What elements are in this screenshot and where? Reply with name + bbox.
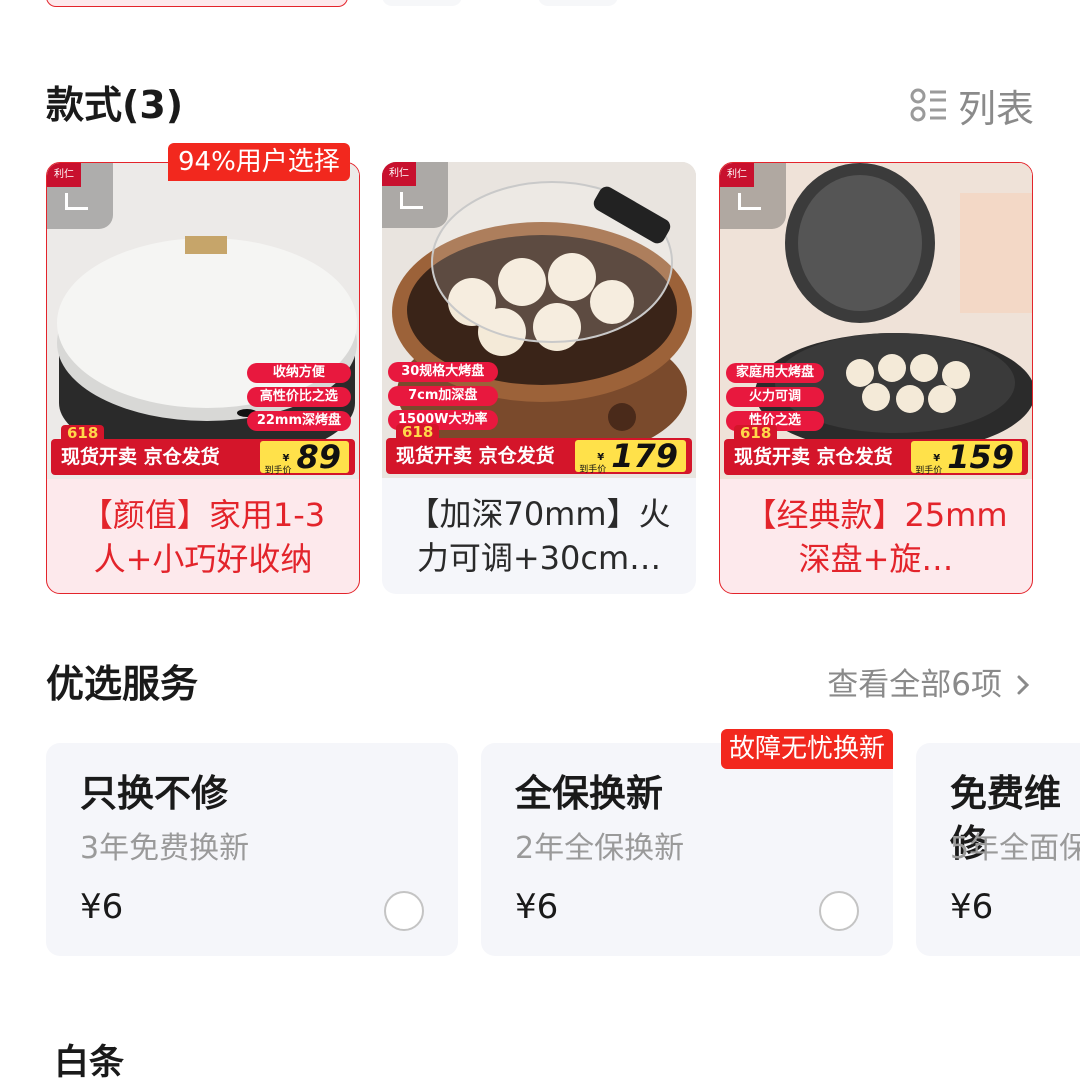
- promo-text: 现货开卖 京仓发货: [734, 446, 893, 468]
- view-all-label: 查看全部6项: [827, 667, 1002, 703]
- service-price: ¥6: [80, 887, 124, 927]
- promo-banner: 618 现货开卖 京仓发货 到手价 ¥ 89: [51, 425, 355, 476]
- price-value: 159: [947, 438, 1014, 476]
- feature-tags: 家庭用大烤盘 火力可调 性价之选: [726, 363, 825, 431]
- brand-corner: 利仁: [382, 162, 448, 228]
- previous-chip[interactable]: [382, 0, 462, 6]
- currency-symbol: ¥: [933, 453, 941, 464]
- feature-tag: 收纳方便: [246, 363, 351, 383]
- feature-tags: 30规格大烤盘 7cm加深盘 1500W大功率: [388, 362, 498, 430]
- currency-symbol: ¥: [282, 453, 290, 464]
- brand-logo: 利仁: [720, 163, 754, 187]
- promo-618-label: 618: [61, 425, 105, 441]
- previous-row-remnant: [0, 0, 1080, 8]
- feature-tag: 高性价比之选: [246, 387, 351, 407]
- service-name: 只换不修: [80, 772, 228, 815]
- previous-chip-selected[interactable]: [46, 0, 348, 7]
- expand-icon[interactable]: [400, 192, 423, 209]
- service-card-2[interactable]: 故障无忧换新 全保换新 2年全保换新 ¥6: [481, 729, 893, 956]
- service-name: 全保换新: [515, 772, 663, 815]
- brand-corner: 利仁: [47, 163, 113, 229]
- previous-chip[interactable]: [538, 0, 618, 6]
- style-card-3[interactable]: 利仁 家庭用大烤盘 火力可调 性价之选 618 现货开卖 京仓发货 到手价 ¥ …: [719, 162, 1033, 594]
- expand-icon[interactable]: [738, 193, 761, 210]
- service-desc: 2年全保换新: [515, 831, 685, 866]
- style-section-title: 款式(3): [46, 83, 184, 127]
- service-badge: 故障无忧换新: [720, 729, 893, 769]
- brand-logo: 利仁: [47, 163, 81, 187]
- chevron-right-icon: [1017, 675, 1030, 695]
- feature-tag: 火力可调: [726, 387, 825, 407]
- baitiao-section-title: 白条: [54, 1043, 125, 1083]
- list-view-toggle[interactable]: 列表: [910, 80, 1034, 131]
- price-value: 179: [611, 437, 678, 475]
- service-price: ¥6: [950, 887, 994, 927]
- radio-unchecked-icon[interactable]: [384, 891, 424, 931]
- promo-banner: 618 现货开卖 京仓发货 到手价 ¥ 179: [386, 424, 692, 475]
- product-image-1[interactable]: 利仁 收纳方便 高性价比之选 22mm深烤盘 618 现货开卖 京仓发货 到手价…: [47, 163, 359, 479]
- brand-corner: 利仁: [720, 163, 786, 229]
- promo-text: 现货开卖 京仓发货: [61, 446, 220, 468]
- promo-618-label: 618: [396, 424, 440, 440]
- feature-tags: 收纳方便 高性价比之选 22mm深烤盘: [246, 363, 351, 431]
- style-card-2[interactable]: 利仁 30规格大烤盘 7cm加深盘 1500W大功率 618 现货开卖 京仓发货…: [382, 162, 696, 594]
- popularity-badge: 94%用户选择: [168, 143, 350, 181]
- expand-icon[interactable]: [65, 193, 88, 210]
- brand-logo: 利仁: [382, 162, 416, 186]
- feature-tag: 家庭用大烤盘: [726, 363, 825, 383]
- feature-tag: 7cm加深盘: [388, 386, 498, 406]
- view-all-services-link[interactable]: 查看全部6项: [827, 660, 1030, 710]
- style-title: 【加深70mm】火力可调+30cm…: [407, 495, 671, 577]
- service-desc: 3年免费换新: [80, 831, 250, 866]
- promo-text: 现货开卖 京仓发货: [396, 445, 555, 467]
- style-title: 【颜值】家用1-3人+小巧好收纳: [80, 496, 326, 578]
- list-view-label: 列表: [957, 86, 1034, 131]
- radio-unchecked-icon[interactable]: [819, 891, 859, 931]
- feature-tag: 30规格大烤盘: [388, 362, 498, 382]
- price-box: 到手价 ¥ 159: [911, 438, 1022, 476]
- style-title: 【经典款】25mm深盘+旋…: [744, 496, 1008, 578]
- feature-tag: 22mm深烤盘: [246, 411, 351, 431]
- product-image-3[interactable]: 利仁 家庭用大烤盘 火力可调 性价之选 618 现货开卖 京仓发货 到手价 ¥ …: [720, 163, 1032, 479]
- price-value: 89: [296, 438, 341, 476]
- promo-618-label: 618: [734, 425, 778, 441]
- product-image-2[interactable]: 利仁 30规格大烤盘 7cm加深盘 1500W大功率 618 现货开卖 京仓发货…: [382, 162, 696, 478]
- service-price: ¥6: [515, 887, 559, 927]
- price-box: 到手价 ¥ 89: [260, 438, 349, 476]
- service-card-1[interactable]: 只换不修 3年免费换新 ¥6: [46, 743, 458, 956]
- style-card-1[interactable]: 利仁 收纳方便 高性价比之选 22mm深烤盘 618 现货开卖 京仓发货 到手价…: [46, 162, 360, 594]
- currency-symbol: ¥: [597, 452, 605, 463]
- service-desc: 5年全面保修: [950, 831, 1080, 866]
- list-view-icon: [910, 88, 946, 122]
- promo-banner: 618 现货开卖 京仓发货 到手价 ¥ 159: [724, 425, 1028, 476]
- service-card-3[interactable]: 免费维修 5年全面保修 ¥6: [916, 743, 1080, 956]
- service-section-title: 优选服务: [46, 662, 199, 706]
- price-box: 到手价 ¥ 179: [575, 437, 686, 475]
